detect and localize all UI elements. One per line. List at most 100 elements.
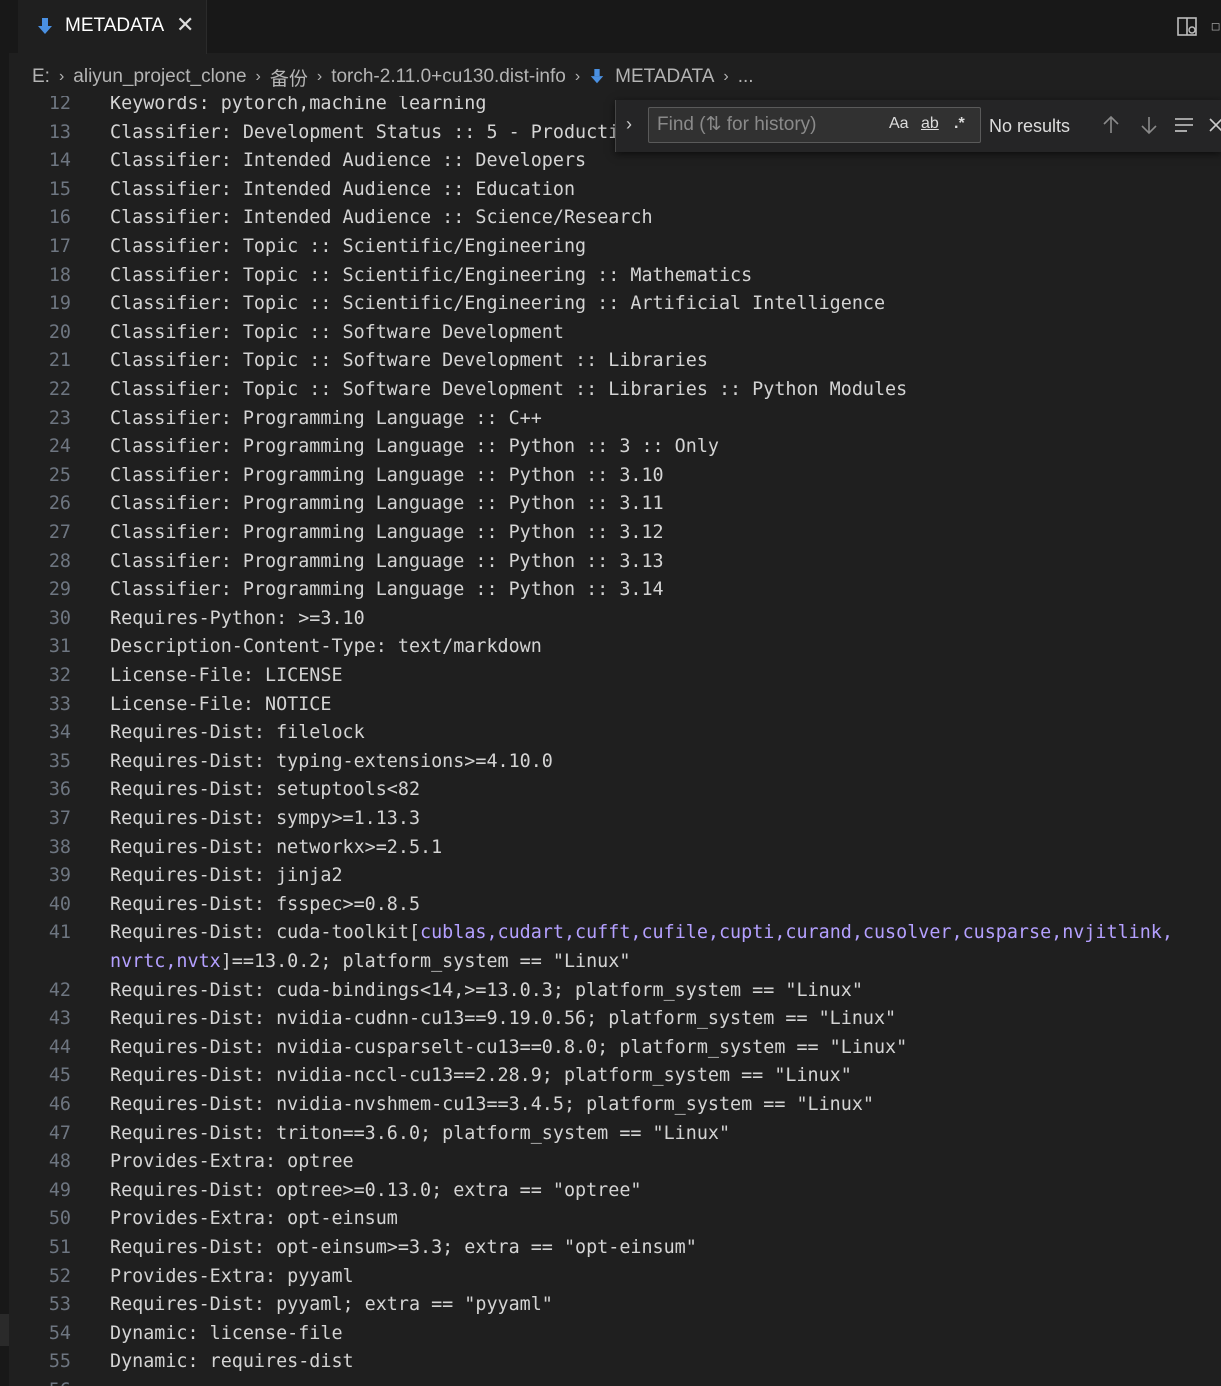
download-file-icon <box>590 69 604 84</box>
activity-gutter <box>0 0 9 1386</box>
line-text-segment: Keywords: pytorch,machine learning <box>110 96 487 114</box>
code-line: 40 Requires-Dist: fsspec>=0.8.5 <box>9 891 1221 919</box>
find-input-box: Aa ab .* <box>648 107 981 143</box>
breadcrumb-backup[interactable]: 备份 <box>270 64 308 91</box>
line-number: 28 <box>48 550 71 572</box>
line-text: License-File: NOTICE <box>110 691 331 719</box>
line-text: Classifier: Intended Audience :: Develop… <box>110 147 586 175</box>
line-number: 40 <box>48 893 71 915</box>
code-line: 46 Requires-Dist: nvidia-nvshmem-cu13==3.… <box>9 1091 1221 1119</box>
line-text-segment: Requires-Dist: typing-extensions>=4.10.0 <box>110 750 553 772</box>
line-number: 18 <box>48 264 71 286</box>
code-editor[interactable]: 12 Keywords: pytorch,machine learning 13 Cl… <box>9 96 1221 1386</box>
line-text-segment: Classifier: Programming Language :: Pyth… <box>110 464 664 486</box>
code-line: 31 Description-Content-Type: text/markdow… <box>9 633 1221 661</box>
code-line: 29 Classifier: Programming Language :: Py… <box>9 576 1221 604</box>
open-preview-icon[interactable] <box>1175 14 1201 40</box>
breadcrumb-symbols[interactable]: ... <box>738 66 754 88</box>
line-text-segment: Classifier: Programming Language :: Pyth… <box>110 550 664 572</box>
line-text-segment: Provides-Extra: optree <box>110 1151 354 1173</box>
line-number: 34 <box>48 722 71 744</box>
line-text: License-File: LICENSE <box>110 662 343 690</box>
breadcrumb-project[interactable]: aliyun_project_clone <box>73 66 246 88</box>
line-text-segment: ]==13.0.2; platform_system == "Linux" <box>220 951 631 972</box>
match-case-icon[interactable]: Aa <box>889 115 909 133</box>
line-text: Requires-Dist: fsspec>=0.8.5 <box>110 891 420 919</box>
code-line: 55 Dynamic: requires-dist <box>9 1348 1221 1376</box>
line-text: Classifier: Programming Language :: Pyth… <box>110 519 664 547</box>
arrow-up-icon[interactable] <box>1100 114 1122 136</box>
line-text: Classifier: Programming Language :: Pyth… <box>110 490 664 518</box>
code-line: 38 Requires-Dist: networkx>=2.5.1 <box>9 834 1221 862</box>
line-text-segment: Requires-Dist: cuda-bindings<14,>=13.0.3… <box>110 979 863 1001</box>
line-text-segment: License-File: LICENSE <box>110 665 343 686</box>
line-text: Requires-Dist: nvidia-nvshmem-cu13==3.4.… <box>110 1091 874 1119</box>
find-input[interactable] <box>657 112 877 138</box>
breadcrumb-dist-info[interactable]: torch-2.11.0+cu130.dist-info <box>331 66 566 88</box>
line-text: Provides-Extra: optree <box>110 1148 354 1176</box>
arrow-down-icon[interactable] <box>1138 114 1160 136</box>
line-text-segment: Provides-Extra: pyyaml <box>110 1265 354 1287</box>
code-line: 43 Requires-Dist: nvidia-cudnn-cu13==9.19… <box>9 1005 1221 1033</box>
line-number: 15 <box>48 178 71 200</box>
split-editor-icon[interactable] <box>1211 14 1221 40</box>
code-line: 17 Classifier: Topic :: Scientific/Engine… <box>9 233 1221 261</box>
line-text: Requires-Dist: nvidia-nccl-cu13==2.28.9;… <box>110 1062 852 1090</box>
code-line: 41 Requires-Dist: cuda-toolkit[cublas,cud… <box>9 919 1221 947</box>
close-find-icon[interactable] <box>1208 114 1221 136</box>
line-text-segment: Dynamic: license-file <box>110 1322 343 1344</box>
code-line: 18 Classifier: Topic :: Scientific/Engine… <box>9 262 1221 290</box>
line-number: 23 <box>48 407 71 429</box>
breadcrumb: E: › aliyun_project_clone › 备份 › torch-2… <box>9 54 1221 100</box>
line-number: 22 <box>48 379 71 400</box>
line-text: Classifier: Programming Language :: Pyth… <box>110 462 664 490</box>
regex-icon[interactable]: .* <box>954 115 965 133</box>
breadcrumb-file[interactable]: METADATA <box>615 66 714 88</box>
tab-metadata[interactable]: METADATA ✕ <box>18 0 207 54</box>
line-text-segment: Requires-Dist: pyyaml; extra == "pyyaml" <box>110 1294 553 1316</box>
line-number: 48 <box>48 1151 71 1173</box>
line-number: 27 <box>48 522 71 543</box>
line-text: Requires-Dist: cuda-toolkit[cublas,cudar… <box>110 919 1173 947</box>
line-number: 31 <box>48 636 71 658</box>
line-text-segment: Classifier: Intended Audience :: Develop… <box>110 150 587 172</box>
line-text-highlight: nvrtc,nvtx <box>110 951 221 972</box>
code-line: 15 Classifier: Intended Audience :: Educa… <box>9 176 1221 204</box>
line-number: 14 <box>48 150 71 172</box>
line-number: 17 <box>48 236 71 257</box>
breadcrumb-drive[interactable]: E: <box>32 66 50 88</box>
line-text: Classifier: Programming Language :: Pyth… <box>110 548 664 576</box>
code-line: 23 Classifier: Programming Language :: C+… <box>9 405 1221 433</box>
line-text-segment: Classifier: Programming Language :: Pyth… <box>110 579 664 601</box>
line-text-segment: Requires-Dist: sympy>=1.13.3 <box>110 808 421 829</box>
code-line: 28 Classifier: Programming Language :: Py… <box>9 548 1221 576</box>
code-line: 19 Classifier: Topic :: Scientific/Engine… <box>9 290 1221 318</box>
line-number: 25 <box>48 464 71 486</box>
line-text: Classifier: Programming Language :: Pyth… <box>110 433 719 461</box>
line-number: 33 <box>48 693 71 715</box>
code-line: 34 Requires-Dist: filelock <box>9 719 1221 747</box>
line-text: Requires-Dist: nvidia-cusparselt-cu13==0… <box>110 1034 907 1062</box>
close-icon[interactable]: ✕ <box>176 12 194 38</box>
toggle-replace-chevron-icon[interactable]: › <box>626 114 632 135</box>
code-line: 21 Classifier: Topic :: Software Developm… <box>9 347 1221 375</box>
line-text: Classifier: Topic :: Scientific/Engineer… <box>110 233 586 261</box>
chevron-right-icon: › <box>255 68 261 85</box>
line-text: Classifier: Topic :: Software Developmen… <box>110 319 564 347</box>
line-text-segment: Requires-Dist: jinja2 <box>110 865 343 887</box>
line-number: 19 <box>48 293 71 315</box>
code-line: 35 Requires-Dist: typing-extensions>=4.10… <box>9 748 1221 776</box>
line-number: 35 <box>48 750 71 772</box>
code-line: 42 Requires-Dist: cuda-bindings<14,>=13.0… <box>9 977 1221 1005</box>
find-in-selection-icon[interactable] <box>1173 114 1195 136</box>
line-text-segment: Requires-Dist: triton==3.6.0; platform_s… <box>110 1122 731 1144</box>
line-text-segment: Classifier: Topic :: Scientific/Engineer… <box>110 293 886 315</box>
code-line: 47 Requires-Dist: triton==3.6.0; platform… <box>9 1120 1221 1148</box>
line-text-segment: Requires-Python: >=3.10 <box>110 607 365 629</box>
line-number: 55 <box>48 1351 71 1373</box>
line-text-segment: Dynamic: requires-dist <box>110 1351 354 1373</box>
line-text-segment: Requires-Dist: cuda-toolkit[ <box>110 922 421 944</box>
code-line: 52 Provides-Extra: pyyaml <box>9 1263 1221 1291</box>
whole-word-icon[interactable]: ab <box>921 115 939 133</box>
chevron-right-icon: › <box>58 68 65 85</box>
